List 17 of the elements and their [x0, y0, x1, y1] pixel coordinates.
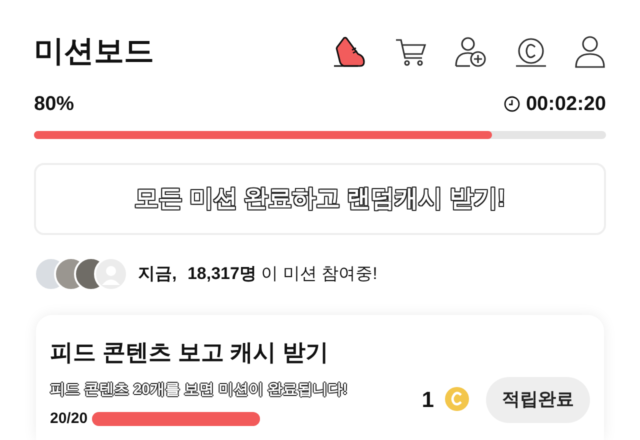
page-title: 미션보드	[34, 34, 154, 70]
coin-icon[interactable]	[514, 36, 548, 68]
progress-percent: 80%	[34, 92, 74, 118]
mission-count: 20/20	[50, 408, 88, 428]
add-user-icon[interactable]	[454, 34, 488, 69]
participants-text: 지금, 18,317명 이 미션 참여중!	[138, 262, 378, 285]
mission-title: 피드 콘텐츠 보고 캐시 받기	[50, 338, 330, 366]
banner-text: 모든 미션 완료하고 랜덤캐시 받기!	[134, 184, 506, 214]
coin-icon	[444, 386, 470, 414]
timer: 00:02:20	[526, 92, 606, 118]
reward-amount: 1	[422, 386, 434, 414]
mission-description: 피드 콘텐츠 20개를 보면 미션이 완료됩니다!	[50, 380, 349, 400]
claim-button[interactable]: 적립완료	[486, 376, 590, 422]
reward-banner[interactable]: 모든 미션 완료하고 랜덤캐시 받기!	[34, 162, 606, 234]
clock-icon	[504, 96, 520, 112]
user-icon[interactable]	[574, 34, 606, 69]
avatar-silhouette-icon	[94, 256, 128, 290]
